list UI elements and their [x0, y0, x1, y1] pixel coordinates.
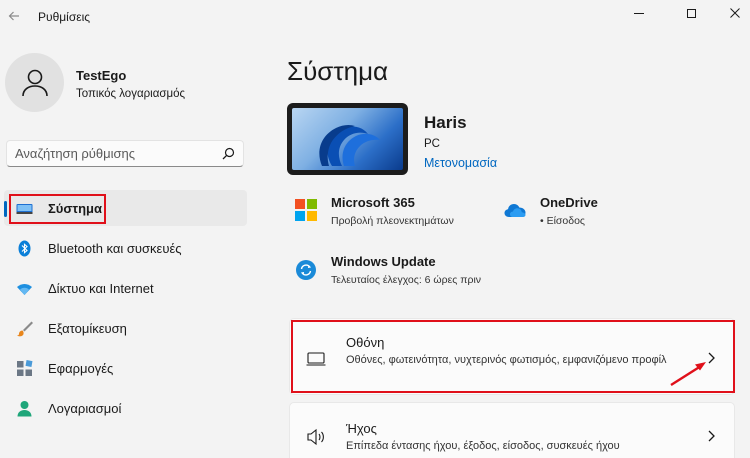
- sidebar-item-personalization[interactable]: Εξατομίκευση: [4, 310, 247, 346]
- user-name: TestEgo: [76, 68, 127, 83]
- close-button[interactable]: [712, 0, 750, 26]
- rename-link[interactable]: Μετονομασία: [424, 156, 497, 170]
- update-icon: [296, 260, 316, 280]
- user-icon: [21, 69, 48, 96]
- tile-microsoft-365[interactable]: Microsoft 365 Προβολή πλεονεκτημάτων: [295, 195, 495, 235]
- tile-title: Windows Update: [331, 254, 436, 269]
- tile-subtitle: Τελευταίος έλεγχος: 6 ώρες πριν: [331, 274, 482, 286]
- wifi-icon: [17, 284, 32, 295]
- avatar[interactable]: [5, 53, 64, 112]
- cloud-icon: [504, 204, 526, 217]
- account-type: Τοπικός λογαριασμός: [76, 88, 186, 100]
- tile-onedrive[interactable]: OneDrive • Είσοδος: [504, 195, 704, 235]
- sidebar-item-label: Λογαριασμοί: [48, 401, 122, 416]
- annotation-highlight-system: [9, 194, 106, 224]
- arrow-left-icon: [8, 11, 19, 21]
- card-title: Ήχος: [346, 421, 377, 436]
- microsoft-logo-icon: [295, 199, 317, 221]
- sidebar-item-label: Bluetooth και συσκευές: [48, 241, 182, 256]
- maximize-icon: [686, 8, 696, 18]
- sidebar-item-accounts[interactable]: Λογαριασμοί: [4, 390, 247, 426]
- minimize-icon: [634, 12, 644, 14]
- device-thumbnail: [287, 103, 408, 175]
- brush-icon: [17, 321, 33, 337]
- active-indicator: [4, 201, 7, 217]
- card-subtitle: Επίπεδα έντασης ήχου, έξοδος, είσοδος, σ…: [346, 440, 620, 452]
- sidebar-item-apps[interactable]: Εφαρμογές: [4, 350, 247, 386]
- tile-title: Microsoft 365: [331, 195, 415, 210]
- close-icon: [730, 8, 740, 18]
- tile-subtitle: • Είσοδος: [540, 215, 585, 227]
- maximize-button[interactable]: [668, 0, 714, 26]
- minimize-button[interactable]: [616, 0, 662, 26]
- page-title: Σύστημα: [287, 56, 389, 86]
- annotation-arrow-icon: [670, 362, 706, 387]
- back-button[interactable]: [4, 6, 24, 26]
- sidebar-item-label: Εφαρμογές: [48, 361, 114, 376]
- search-input[interactable]: [15, 141, 215, 166]
- tile-subtitle: Προβολή πλεονεκτημάτων: [331, 215, 454, 227]
- person-icon: [17, 401, 32, 417]
- tile-title: OneDrive: [540, 195, 598, 210]
- wallpaper-image: [292, 108, 403, 170]
- sound-settings-card[interactable]: Ήχος Επίπεδα έντασης ήχου, έξοδος, είσοδ…: [289, 402, 735, 458]
- device-type: PC: [424, 138, 440, 150]
- sidebar-item-bluetooth[interactable]: Bluetooth και συσκευές: [4, 230, 247, 266]
- search-icon[interactable]: [222, 147, 235, 160]
- device-name: Haris: [424, 113, 467, 132]
- title-bar: Ρυθμίσεις: [0, 0, 750, 36]
- tile-windows-update[interactable]: Windows Update Τελευταίος έλεγχος: 6 ώρε…: [295, 254, 555, 294]
- bluetooth-icon: [18, 240, 31, 257]
- app-title: Ρυθμίσεις: [38, 10, 91, 24]
- speaker-icon: [307, 428, 324, 446]
- sidebar-item-network[interactable]: Δίκτυο και Internet: [4, 270, 247, 306]
- chevron-right-icon: [708, 430, 715, 442]
- sidebar-item-label: Δίκτυο και Internet: [48, 281, 154, 296]
- sidebar-item-label: Εξατομίκευση: [48, 321, 127, 336]
- apps-icon: [17, 360, 33, 376]
- search-box[interactable]: [6, 140, 244, 167]
